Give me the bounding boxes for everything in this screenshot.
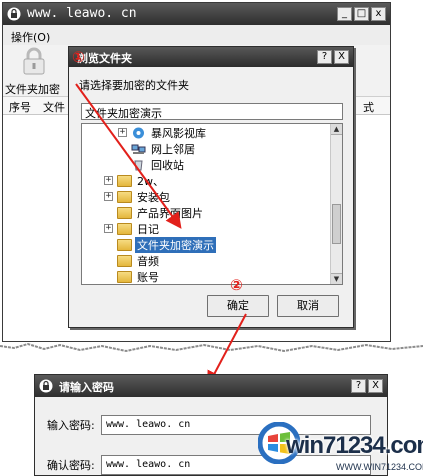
watermark-text: win71234.com: [286, 432, 423, 459]
dialog-prompt: 请选择要加密的文件夹: [79, 79, 189, 92]
menu-operation[interactable]: 操作(O): [11, 29, 50, 45]
tree-item[interactable]: + 暴风影视库: [118, 125, 208, 140]
confirm-password-label: 确认密码:: [47, 459, 95, 472]
dialog-title-bar[interactable]: 浏览文件夹 ? X: [69, 47, 353, 67]
browse-folder-dialog: 浏览文件夹 ? X 请选择要加密的文件夹 文件夹加密演示 + 暴风影视库 网上邻…: [68, 46, 354, 328]
tree-item-label: 网上邻居: [151, 142, 195, 156]
tree-item-label: 回收站: [151, 158, 184, 172]
tree-item-label: 2w、: [137, 174, 164, 188]
lock-icon: [7, 7, 21, 21]
tree-scrollbar[interactable]: ▲ ▼: [330, 124, 342, 284]
column-header-no[interactable]: 序号: [9, 99, 31, 115]
folder-icon: [117, 222, 132, 235]
window-title: www. leawo. cn: [27, 6, 137, 21]
expand-icon[interactable]: +: [104, 192, 113, 201]
watermark-url: WWW.WIN71234.COM: [336, 462, 423, 472]
folder-path-field[interactable]: 文件夹加密演示: [81, 103, 343, 120]
media-library-icon: [133, 127, 144, 138]
tree-item[interactable]: 账号: [104, 269, 161, 284]
tree-item-label: 产品界面图片: [137, 206, 203, 220]
network-icon: [131, 144, 146, 154]
column-header-file[interactable]: 文件: [43, 99, 65, 115]
tree-item[interactable]: + 2w、: [104, 173, 166, 188]
tree-item[interactable]: 产品界面图片: [104, 205, 205, 220]
tree-item[interactable]: 音频: [104, 253, 161, 268]
tree-item[interactable]: 网上邻居: [118, 141, 197, 156]
password-dialog-title: 请输入密码: [59, 381, 114, 394]
close-button[interactable]: x: [371, 7, 386, 21]
scroll-up-icon[interactable]: ▲: [331, 124, 342, 135]
watermark: win71234.com WWW.WIN71234.COM: [258, 420, 423, 476]
password-label: 输入密码:: [47, 419, 95, 432]
password-title-bar[interactable]: 请输入密码 ? X: [35, 375, 387, 397]
folder-icon: [117, 254, 132, 267]
tree-item[interactable]: + 安装包: [104, 189, 172, 204]
expand-icon[interactable]: +: [104, 224, 113, 233]
tree-item-label: 日记: [137, 222, 159, 236]
tree-item[interactable]: + 日记: [104, 221, 161, 236]
padlock-icon[interactable]: [21, 47, 47, 75]
folder-encrypt-button[interactable]: 文件夹加密: [5, 81, 60, 97]
help-button[interactable]: ?: [351, 379, 366, 393]
maximize-button[interactable]: □: [354, 7, 369, 21]
tree-item-label: 文件夹加密演示: [135, 236, 216, 253]
menu-bar: 操作(O): [3, 25, 390, 45]
tree-item-label: 账号: [137, 270, 159, 284]
dialog-close-button[interactable]: X: [368, 379, 383, 393]
minimize-button[interactable]: _: [337, 7, 352, 21]
tree-item-selected[interactable]: 文件夹加密演示: [104, 236, 216, 253]
dialog-title: 浏览文件夹: [77, 52, 132, 65]
folder-icon: [117, 270, 132, 283]
step-one-badge: ①: [72, 48, 85, 66]
expand-icon[interactable]: +: [104, 176, 113, 185]
lock-icon: [39, 379, 53, 393]
scroll-thumb[interactable]: [332, 204, 341, 244]
main-title-bar[interactable]: www. leawo. cn _ □ x: [3, 3, 390, 25]
tree-item-label: 安装包: [137, 190, 170, 204]
scroll-down-icon[interactable]: ▼: [331, 273, 342, 284]
recycle-bin-icon: [134, 160, 143, 170]
folder-icon: [117, 174, 132, 187]
folder-open-icon: [117, 238, 132, 251]
folder-tree[interactable]: + 暴风影视库 网上邻居 回收站 + 2w、 + 安装包 产品界面图片 + 日记…: [81, 123, 343, 285]
tree-item[interactable]: 回收站: [118, 157, 186, 172]
tree-item-label: 暴风影视库: [151, 126, 206, 140]
help-button[interactable]: ?: [317, 50, 332, 64]
folder-icon: [117, 190, 132, 203]
cancel-button[interactable]: 取消: [277, 295, 339, 317]
step-two-badge: ②: [230, 276, 243, 294]
tree-item-label: 音频: [137, 254, 159, 268]
torn-edge: [0, 342, 423, 353]
dialog-close-button[interactable]: X: [334, 50, 349, 64]
expand-icon[interactable]: +: [118, 128, 127, 137]
folder-icon: [117, 206, 132, 219]
ok-button[interactable]: 确定: [207, 295, 269, 317]
column-header-format[interactable]: 式: [363, 99, 374, 115]
